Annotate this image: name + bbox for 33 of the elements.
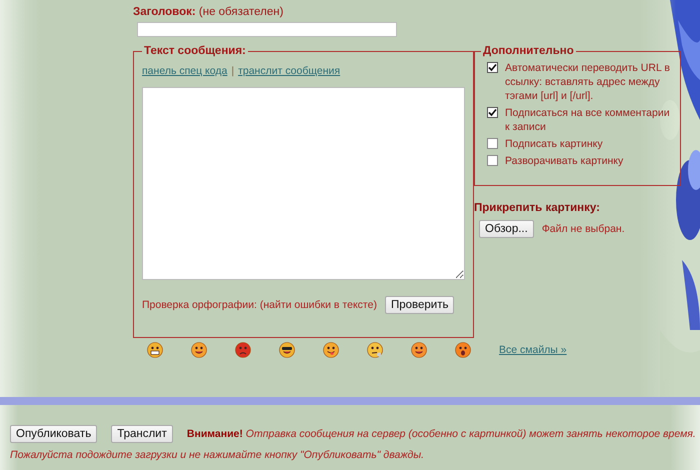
attach-label: Прикрепить картинку: (474, 202, 601, 214)
checkbox[interactable] (487, 107, 498, 118)
checkbox[interactable] (487, 138, 498, 149)
option-label: Подписаться на все комментарии к записи (505, 106, 671, 134)
check-button[interactable]: Проверить (384, 296, 454, 314)
panel-legend: Текст сообщения: (142, 45, 248, 57)
all-smileys-link[interactable]: Все смайлы » (499, 344, 567, 356)
checkbox[interactable] (487, 62, 498, 73)
smiley-icon[interactable] (367, 342, 383, 358)
option-label: Разворачивать картинку (505, 154, 624, 168)
smiley-icon[interactable] (147, 342, 163, 358)
file-status: Файл не выбран. (542, 223, 625, 235)
footer-button[interactable]: Транслит (111, 425, 173, 443)
spellcheck-label: Проверка орфографии: (найти ошибки в тексте) (142, 299, 377, 311)
browse-button[interactable]: Обзор... (479, 220, 534, 238)
title-input[interactable] (137, 22, 397, 37)
footer-button[interactable]: Опубликовать (10, 425, 98, 443)
translit-link[interactable]: транслит сообщения (238, 65, 340, 77)
warning-text: Внимание! Отправка сообщения на сервер (особенно с картинкой) может занять некоторое время. (186, 428, 696, 440)
title-label: Заголовок: (не обязателен) (133, 6, 284, 18)
smiley-icon[interactable] (191, 342, 207, 358)
smiley-icon[interactable] (323, 342, 339, 358)
option-label: Автоматически переводить URL в ссылку: вставлять адрес между тэгами [url] и [/url]. (505, 61, 671, 103)
smiley-icon[interactable] (235, 342, 251, 358)
link-separator: | (231, 65, 234, 77)
option-label: Подписать картинку (505, 137, 603, 151)
checkbox[interactable] (487, 155, 498, 166)
panel-legend: Дополнительно (481, 45, 576, 57)
smiley-icon[interactable] (411, 342, 427, 358)
smiley-icon[interactable] (455, 342, 471, 358)
code-panel-link[interactable]: панель спец кода (142, 65, 228, 77)
smiley-icon[interactable] (279, 342, 295, 358)
warning-text: Пожалуйста подождите загрузки и не нажимайте кнопку "Опубликовать" дважды. (10, 449, 425, 461)
